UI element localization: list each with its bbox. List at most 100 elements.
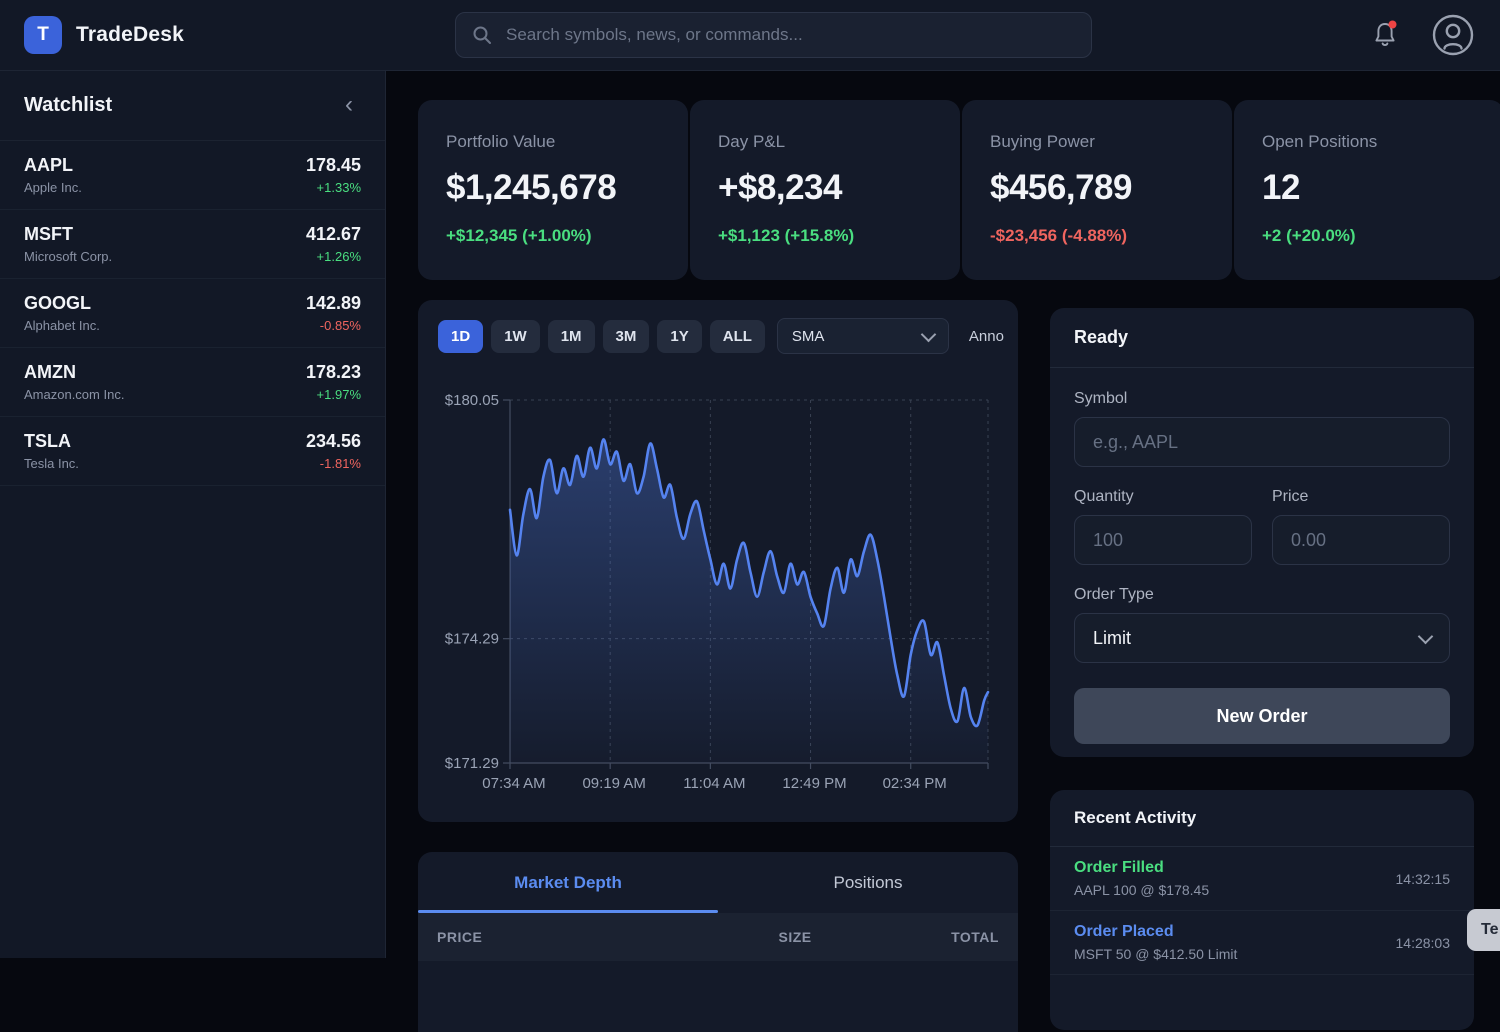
indicator-select[interactable]: SMA bbox=[777, 318, 949, 354]
sidebar-collapse-button[interactable]: ‹ bbox=[337, 91, 361, 119]
watchlist-row-AAPL[interactable]: AAPLApple Inc. 178.45 +1.33% bbox=[0, 141, 385, 210]
watchlist-title: Watchlist bbox=[24, 94, 112, 117]
y-axis-label: $180.05 bbox=[445, 392, 499, 409]
watchlist-company-name: Microsoft Corp. bbox=[24, 249, 112, 264]
stat-value: 12 bbox=[1262, 168, 1476, 208]
annotations-toggle[interactable]: Anno bbox=[969, 328, 1004, 345]
bottom-tabs: Market DepthPositions bbox=[418, 852, 1018, 913]
stat-card-buying-power: Buying Power$456,789-$23,456 (-4.88%) bbox=[962, 100, 1232, 280]
price-input[interactable] bbox=[1272, 515, 1450, 565]
stat-change: +$12,345 (+1.00%) bbox=[446, 226, 660, 246]
watchlist-row-left: TSLA Tesla Inc. bbox=[24, 431, 79, 471]
activity-detail: AAPL 100 @ $178.45 bbox=[1074, 882, 1209, 898]
activity-item-left: Order Filled AAPL 100 @ $178.45 bbox=[1074, 859, 1209, 898]
timeframe-1w[interactable]: 1W bbox=[491, 320, 540, 353]
search-input[interactable] bbox=[504, 24, 1075, 46]
chevron-down-icon bbox=[921, 326, 937, 342]
watchlist-price: 178.23 bbox=[306, 362, 361, 383]
chart-toolbar: 1D1W1M3M1Y ALL SMA Anno bbox=[418, 300, 1018, 354]
x-axis-label: 02:34 PM bbox=[883, 775, 947, 792]
watchlist-symbol: GOOGL bbox=[24, 293, 100, 314]
watchlist-change: +1.26% bbox=[306, 249, 361, 264]
watchlist-change: +1.33% bbox=[306, 180, 361, 195]
watchlist-row-right: 178.23+1.97% bbox=[306, 362, 361, 402]
market-depth-panel: Market DepthPositions PRICESIZETOTAL bbox=[418, 852, 1018, 1032]
symbol-input[interactable] bbox=[1074, 417, 1450, 467]
watchlist-company-name: Alphabet Inc. bbox=[24, 318, 100, 333]
app-title: TradeDesk bbox=[76, 23, 184, 47]
activity-time: 14:32:15 bbox=[1396, 871, 1451, 887]
user-avatar-icon bbox=[1430, 12, 1476, 58]
global-search[interactable] bbox=[455, 12, 1092, 58]
order-form: Symbol Quantity Price Order Type Limit N… bbox=[1050, 368, 1474, 766]
new-order-button[interactable]: New Order bbox=[1074, 688, 1450, 744]
activity-item: Order Filled AAPL 100 @ $178.45 14:32:15 bbox=[1050, 847, 1474, 911]
x-axis-label: 07:34 AM bbox=[482, 775, 545, 792]
stat-label: Buying Power bbox=[990, 132, 1204, 152]
order-ticket-panel: Ready Symbol Quantity Price Order Type L… bbox=[1050, 308, 1474, 757]
bell-icon bbox=[1370, 19, 1400, 51]
symbol-label: Symbol bbox=[1074, 390, 1450, 408]
recent-activity-panel: Recent Activity Order FilledAAPL 100 @ $… bbox=[1050, 790, 1474, 1030]
watchlist-price: 234.56 bbox=[306, 431, 361, 452]
stat-card-portfolio-value: Portfolio Value$1,245,678+$12,345 (+1.00… bbox=[418, 100, 688, 280]
watchlist-sidebar: Watchlist ‹ AAPLApple Inc. 178.45 +1.33% MS… bbox=[0, 70, 386, 958]
order-type-label: Order Type bbox=[1074, 586, 1450, 604]
watchlist-row-AMZN[interactable]: AMZN Amazon.com Inc. 178.23+1.97% bbox=[0, 348, 385, 417]
watchlist-symbol: MSFT bbox=[24, 224, 112, 245]
watchlist-company-name: Amazon.com Inc. bbox=[24, 387, 124, 402]
x-axis-label: 11:04 AM bbox=[683, 775, 745, 792]
quantity-input[interactable] bbox=[1074, 515, 1252, 565]
stat-change: +2 (+20.0%) bbox=[1262, 226, 1476, 246]
x-axis-label: 09:19 AM bbox=[582, 775, 645, 792]
price-chart-panel: 1D1W1M3M1YALL SMA Anno $180.05$174.29$17… bbox=[418, 300, 1018, 822]
column-header-total: TOTAL bbox=[812, 929, 999, 945]
watchlist-row-right: 412.67 +1.26% bbox=[306, 224, 361, 264]
indicator-select-value: SMA bbox=[792, 328, 825, 345]
activity-time: 14:28:03 bbox=[1396, 935, 1451, 951]
watchlist-price: 412.67 bbox=[306, 224, 361, 245]
watchlist-row-right: 142.89-0.85% bbox=[306, 293, 361, 333]
stat-card-day-p-l: Day P&L+$8,234+$1,123 (+15.8%) bbox=[690, 100, 960, 280]
activity-title: Order Placed bbox=[1074, 923, 1237, 941]
activity-item: Order Placed MSFT 50 @ $412.50 Limit 14:28… bbox=[1050, 911, 1474, 975]
watchlist-symbol: AMZN bbox=[24, 362, 124, 383]
notifications-button[interactable] bbox=[1370, 19, 1400, 51]
timeframe-1m[interactable]: 1M bbox=[548, 320, 595, 353]
stat-label: Open Positions bbox=[1262, 132, 1476, 152]
quantity-label: Quantity bbox=[1074, 488, 1252, 506]
stat-value: $456,789 bbox=[990, 168, 1204, 208]
watchlist-row-left: AAPLApple Inc. bbox=[24, 155, 82, 195]
chevron-down-icon bbox=[1418, 628, 1434, 644]
watchlist-symbol: TSLA bbox=[24, 431, 79, 452]
timeframe-1d[interactable]: 1D bbox=[438, 320, 483, 353]
x-axis-label: 12:49 PM bbox=[782, 775, 846, 792]
stat-card-open-positions: Open Positions 12 +2 (+20.0%) bbox=[1234, 100, 1500, 280]
watchlist-row-left: AMZN Amazon.com Inc. bbox=[24, 362, 124, 402]
watchlist-row-left: MSFT Microsoft Corp. bbox=[24, 224, 112, 264]
watchlist-row-right: 178.45 +1.33% bbox=[306, 155, 361, 195]
user-avatar-button[interactable] bbox=[1430, 12, 1476, 58]
timeframe-all[interactable]: ALL bbox=[710, 320, 765, 353]
recent-activity-list: Order FilledAAPL 100 @ $178.4514:32:15Or… bbox=[1050, 847, 1474, 975]
watchlist-row-TSLA[interactable]: TSLATesla Inc.234.56-1.81% bbox=[0, 417, 385, 486]
toast-notification[interactable]: Te bbox=[1467, 909, 1500, 951]
navbar-actions bbox=[1370, 0, 1476, 70]
timeframe-1y[interactable]: 1Y bbox=[657, 320, 701, 353]
watchlist-price: 178.45 bbox=[306, 155, 361, 176]
order-type-select[interactable]: Limit bbox=[1074, 613, 1450, 663]
stat-value: +$8,234 bbox=[718, 168, 932, 208]
depth-table-header: PRICESIZETOTAL bbox=[418, 913, 1018, 961]
tab-market-depth[interactable]: Market Depth bbox=[418, 852, 718, 913]
watchlist-company-name: Tesla Inc. bbox=[24, 456, 79, 471]
stat-label: Day P&L bbox=[718, 132, 932, 152]
timeframe-3m[interactable]: 3M bbox=[603, 320, 650, 353]
column-header-price: PRICE bbox=[437, 929, 624, 945]
tab-positions[interactable]: Positions bbox=[718, 852, 1018, 913]
activity-detail: MSFT 50 @ $412.50 Limit bbox=[1074, 946, 1237, 962]
activity-title: Order Filled bbox=[1074, 859, 1209, 877]
watchlist-row-MSFT[interactable]: MSFT Microsoft Corp. 412.67 +1.26% bbox=[0, 210, 385, 279]
activity-item-left: Order Placed MSFT 50 @ $412.50 Limit bbox=[1074, 923, 1237, 962]
stat-value: $1,245,678 bbox=[446, 168, 660, 208]
watchlist-row-GOOGL[interactable]: GOOGL Alphabet Inc. 142.89-0.85% bbox=[0, 279, 385, 348]
